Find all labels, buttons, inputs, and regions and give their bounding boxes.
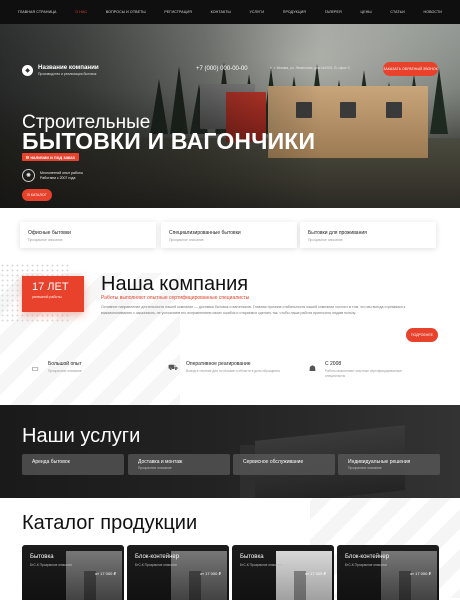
service-card-rent[interactable]: Аренда бытовок [22, 454, 124, 475]
feature-subtitle: Прозрачное описание [48, 369, 82, 373]
category-title: Специализированные бытовки [169, 230, 241, 236]
nav-item-articles[interactable]: Статьи [390, 10, 404, 14]
service-name: Индивидуальные решения [348, 459, 411, 465]
catalog-section: Каталог продукции Бытовка БтС-К Прозрачн… [0, 498, 460, 600]
address-text: г. Москва, ул. Ленинская, дом №0001, В, … [273, 66, 350, 70]
product-price: от 17 000 ₽ [200, 571, 221, 576]
catalog-title: Каталог продукции [22, 512, 198, 534]
nav-item-about[interactable]: О нас [75, 10, 87, 14]
nav-item-products[interactable]: Продукция [283, 10, 306, 14]
experience-icon: ✺ [22, 169, 35, 182]
company-logo-icon: ◆ [22, 64, 33, 76]
product-name: Бытовка [240, 554, 264, 560]
nav-item-news[interactable]: Новости [424, 10, 442, 14]
product-subtitle: БтС-К Прозрачное описание [135, 563, 178, 567]
phone-number[interactable]: +7 (000) 000-00-00 [196, 66, 248, 72]
callback-button[interactable]: Заказать обратный звонок [383, 62, 438, 76]
category-title: Бытовки для проживания [308, 230, 367, 236]
category-title: Офисные бытовки [28, 230, 71, 236]
years-badge: 17 ЛЕТ успешной работы [22, 276, 84, 312]
product-card[interactable]: Блок-контейнер БтС-К Прозрачное описание… [127, 545, 229, 600]
nav-item-services[interactable]: Услуги [250, 10, 265, 14]
company-brand[interactable]: ◆ Название компании Производство и реали… [22, 64, 99, 76]
product-subtitle: БтС-К Прозрачное описание [345, 563, 388, 567]
services-section: Наши услуги Аренда бытовок Доставка и мо… [0, 405, 460, 498]
nav-item-faq[interactable]: Вопросы и ответы [106, 10, 146, 14]
product-name: Блок-контейнер [135, 554, 180, 560]
service-card-maintenance[interactable]: Сервисное обслуживание [233, 454, 335, 475]
product-card[interactable]: Бытовка БтС-К Прозрачное описание от 17 … [22, 545, 124, 600]
product-price: от 17 000 ₽ [305, 571, 326, 576]
feature-subtitle: Выезд в течение дня по Москве и области … [186, 369, 280, 373]
category-card-living[interactable]: Бытовки для проживания Прозрачное описан… [300, 222, 436, 248]
hero-title-line2: бытовки и вагончики [22, 128, 316, 154]
years-caption: успешной работы [32, 295, 62, 299]
service-name: Доставка и монтаж [138, 459, 183, 465]
nav-item-gallery[interactable]: Галерея [325, 10, 342, 14]
service-subtitle: Прозрачное описание [138, 466, 172, 470]
experience-line1: Многолетний опыт работы [40, 170, 83, 175]
company-title: Наша компания [101, 273, 249, 295]
location-pin-icon: ⌖ [270, 66, 272, 70]
category-cards: Офисные бытовки Прозрачное описание Спец… [0, 208, 460, 263]
product-card[interactable]: Блок-контейнер БтС-К Прозрачное описание… [337, 545, 439, 600]
product-subtitle: БтС-К Прозрачное описание [240, 563, 283, 567]
services-title: Наши услуги [22, 425, 141, 447]
experience-line2: Работаем с 2007 года [40, 175, 76, 180]
feature-title: С 2008 [325, 361, 342, 367]
hero-section: ◆ Название компании Производство и реали… [0, 24, 460, 208]
service-name: Сервисное обслуживание [243, 459, 304, 465]
nav-item-contacts[interactable]: Контакты [211, 10, 231, 14]
stock-badge: В наличии и под заказ [22, 153, 79, 161]
service-subtitle: Прозрачное описание [348, 466, 382, 470]
feature-subtitle: Работы выполняют опытные сертифицированн… [325, 369, 402, 378]
company-description: Основное направление деятельности нашей … [101, 305, 406, 315]
feature-since: ☗ С 2008 Работы выполняют опытные сертиф… [306, 361, 416, 378]
feature-response: ⛟ Оперативное реагирование Выезд в течен… [166, 361, 291, 375]
category-subtitle: Прозрачное описание [28, 238, 63, 242]
worker-icon: ☗ [308, 363, 317, 373]
company-subtitle: Работы выполняют опытные сертифицированн… [101, 295, 250, 301]
product-card[interactable]: Бытовка БтС-К Прозрачное описание от 17 … [232, 545, 334, 600]
certificate-icon: ▭ [31, 363, 39, 373]
service-card-custom[interactable]: Индивидуальные решения Прозрачное описан… [338, 454, 440, 475]
product-name: Бытовка [30, 554, 54, 560]
truck-icon: ⛟ [167, 363, 179, 372]
product-name: Блок-контейнер [345, 554, 390, 560]
category-subtitle: Прозрачное описание [308, 238, 343, 242]
experience-block: ✺ Многолетний опыт работы Работаем с 200… [22, 169, 83, 182]
more-button[interactable]: Подробнее [406, 328, 438, 342]
feature-experience: ▭ Большой опыт Прозрачное описание [28, 361, 82, 375]
category-subtitle: Прозрачное описание [169, 238, 204, 242]
nav-item-home[interactable]: Главная страница [18, 10, 57, 14]
feature-title: Большой опыт [48, 361, 82, 367]
nav-item-prices[interactable]: Цены [360, 10, 371, 14]
product-price: от 17 000 ₽ [95, 571, 116, 576]
feature-title: Оперативное реагирование [186, 361, 251, 367]
product-price: от 17 000 ₽ [410, 571, 431, 576]
years-number: 17 ЛЕТ [32, 281, 69, 293]
service-name: Аренда бытовок [32, 459, 70, 465]
product-subtitle: БтС-К Прозрачное описание [30, 563, 73, 567]
top-navigation: Главная страница О нас Вопросы и ответы … [0, 0, 460, 24]
company-tagline: Производство и реализация бытовок [38, 72, 97, 76]
category-card-special[interactable]: Специализированные бытовки Прозрачное оп… [161, 222, 297, 248]
service-card-delivery[interactable]: Доставка и монтаж Прозрачное описание [128, 454, 230, 475]
address: ⌖ г. Москва, ул. Ленинская, дом №0001, В… [270, 66, 350, 70]
company-name: Название компании [38, 64, 99, 71]
category-card-office[interactable]: Офисные бытовки Прозрачное описание [20, 222, 156, 248]
nav-item-registration[interactable]: Регистрация [164, 10, 191, 14]
company-section: 17 ЛЕТ успешной работы Наша компания Раб… [0, 263, 460, 405]
catalog-button[interactable]: В каталог [22, 189, 52, 201]
